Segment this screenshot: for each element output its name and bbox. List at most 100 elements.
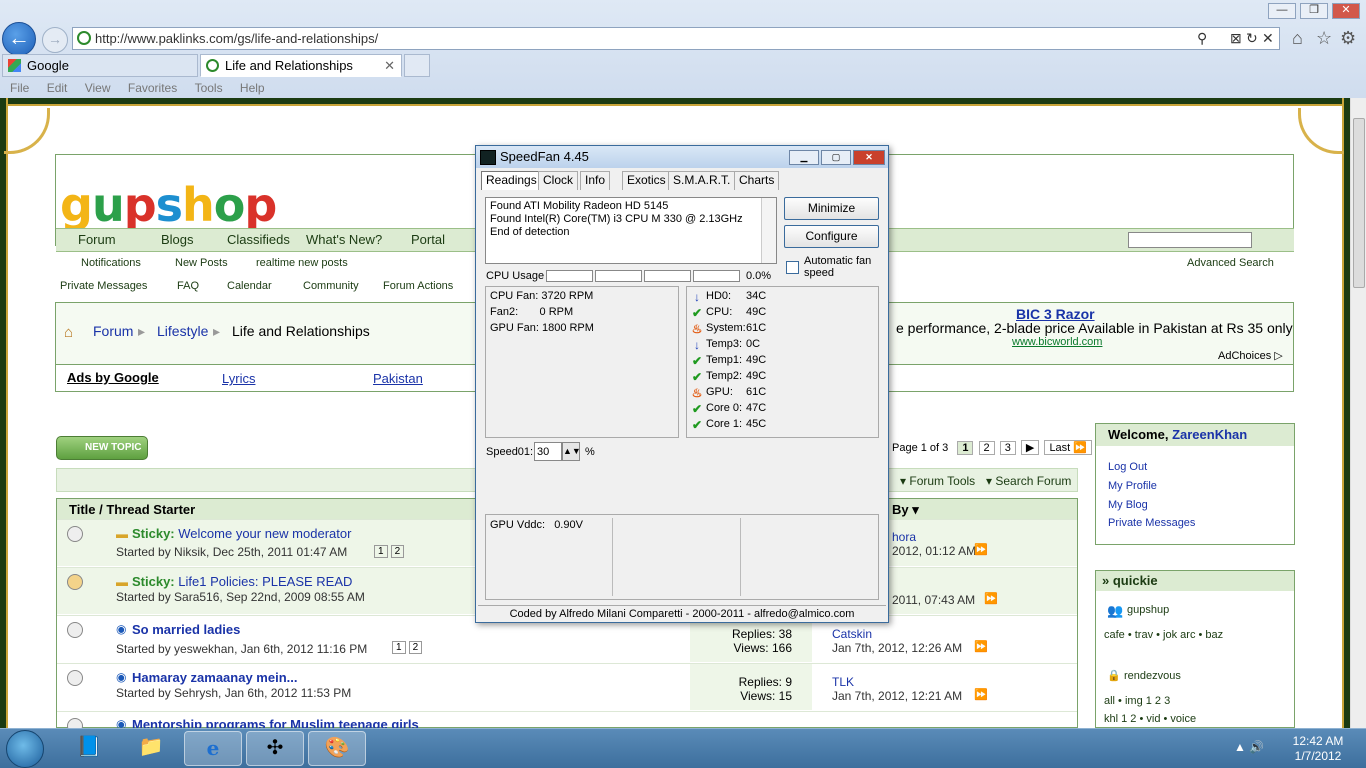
back-button[interactable]: ← bbox=[2, 22, 36, 56]
clock[interactable]: 12:42 AM 1/7/2012 bbox=[1280, 734, 1356, 764]
quickie-links[interactable]: cafe • trav • jok arc • baz bbox=[1104, 629, 1223, 641]
thread-page-link[interactable]: 2 bbox=[390, 545, 405, 558]
window-minimize-button[interactable]: — bbox=[1268, 3, 1296, 19]
tab-exotics[interactable]: Exotics bbox=[622, 171, 671, 190]
address-bar[interactable]: http://www.paklinks.com/gs/life-and-rela… bbox=[72, 27, 1280, 50]
adchoices-link[interactable]: AdChoices ▷ bbox=[1218, 349, 1283, 362]
menu-favorites[interactable]: Favorites bbox=[128, 78, 177, 98]
new-tab-button[interactable] bbox=[404, 54, 430, 77]
speed-input[interactable] bbox=[534, 442, 562, 461]
username-link[interactable]: ZareenKhan bbox=[1172, 427, 1247, 442]
scroll-thumb[interactable] bbox=[1353, 118, 1365, 288]
search-forum-dropdown[interactable]: ▾ Search Forum bbox=[986, 474, 1071, 488]
window-restore-button[interactable]: ❐ bbox=[1300, 3, 1328, 19]
search-icon[interactable]: ⚲ bbox=[1197, 30, 1207, 47]
my-profile-link[interactable]: My Profile bbox=[1108, 480, 1157, 492]
my-blog-link[interactable]: My Blog bbox=[1108, 499, 1148, 511]
thread-title-link[interactable]: Sticky: Welcome your new moderator bbox=[132, 526, 351, 541]
subnav-faq[interactable]: FAQ bbox=[177, 280, 199, 292]
private-messages-link[interactable]: Private Messages bbox=[1108, 517, 1195, 529]
tab-clock[interactable]: Clock bbox=[538, 171, 579, 190]
detection-log[interactable]: Found ATI Mobility Radeon HD 5145 Found … bbox=[485, 197, 777, 264]
menu-file[interactable]: File bbox=[10, 78, 29, 98]
subnav-new-posts[interactable]: New Posts bbox=[175, 257, 228, 269]
forum-tools-dropdown[interactable]: ▾ Forum Tools bbox=[900, 474, 975, 488]
speed-spinner[interactable]: ▲▼ bbox=[562, 442, 581, 461]
tab-life-and-relationships[interactable]: Life and Relationships ✕ bbox=[200, 54, 402, 77]
rendezvous-link[interactable]: rendezvous bbox=[1124, 670, 1181, 682]
thread-title-link[interactable]: Hamaray zamaanay mein... bbox=[132, 670, 297, 685]
tab-google[interactable]: Google bbox=[2, 54, 198, 77]
last-post-user[interactable]: TLK bbox=[832, 675, 854, 689]
nav-portal[interactable]: Portal bbox=[411, 232, 445, 247]
paint-app-icon[interactable]: 🎨 bbox=[308, 731, 366, 766]
auto-fan-checkbox[interactable] bbox=[786, 261, 799, 274]
subnav-forum-actions[interactable]: Forum Actions bbox=[383, 280, 453, 292]
gupshup-link[interactable]: gupshup bbox=[1127, 604, 1169, 616]
compat-view-icon[interactable]: ⊠ bbox=[1230, 30, 1242, 47]
go-last-post-icon[interactable]: ⏩ bbox=[974, 543, 988, 556]
tab-charts[interactable]: Charts bbox=[734, 171, 780, 190]
search-input[interactable] bbox=[1128, 232, 1252, 248]
last-post-user[interactable]: hora bbox=[892, 530, 916, 544]
next-page-icon[interactable]: ▶ bbox=[1020, 440, 1040, 455]
internet-explorer-icon[interactable]: e bbox=[184, 731, 242, 766]
window-close-button[interactable]: ✕ bbox=[1332, 3, 1360, 19]
tab-readings[interactable]: Readings bbox=[481, 171, 542, 190]
go-last-post-icon[interactable]: ⏩ bbox=[974, 640, 988, 653]
tab-smart[interactable]: S.M.A.R.T. bbox=[668, 171, 736, 190]
sf-close-button[interactable]: ✕ bbox=[853, 150, 885, 165]
thread-title-link[interactable]: So married ladies bbox=[132, 622, 240, 637]
menu-view[interactable]: View bbox=[85, 78, 111, 98]
nav-whats-new[interactable]: What's New? bbox=[306, 232, 382, 247]
minimize-button[interactable]: Minimize bbox=[784, 197, 879, 220]
thread-page-link[interactable]: 2 bbox=[408, 641, 423, 654]
tray-icons[interactable]: ▲ 🔊 bbox=[1234, 740, 1264, 754]
gear-icon[interactable]: ⚙ bbox=[1340, 28, 1356, 49]
notebook-app-icon[interactable]: 📘 bbox=[60, 731, 118, 766]
advanced-search-link[interactable]: Advanced Search bbox=[1187, 257, 1274, 269]
subnav-realtime[interactable]: realtime new posts bbox=[256, 257, 348, 269]
breadcrumb-lifestyle[interactable]: Lifestyle bbox=[157, 323, 208, 339]
ad-url[interactable]: www.bicworld.com bbox=[1012, 336, 1102, 348]
go-last-post-icon[interactable]: ⏩ bbox=[984, 592, 998, 605]
menu-edit[interactable]: Edit bbox=[47, 78, 68, 98]
favorites-star-icon[interactable]: ☆ bbox=[1316, 28, 1332, 49]
logout-link[interactable]: Log Out bbox=[1108, 461, 1147, 473]
page-scrollbar[interactable] bbox=[1350, 98, 1366, 728]
refresh-icon[interactable]: ↻ bbox=[1246, 30, 1258, 47]
forward-button[interactable]: → bbox=[42, 27, 68, 53]
page-1[interactable]: 1 bbox=[957, 441, 974, 455]
subnav-notifications[interactable]: Notifications bbox=[81, 257, 141, 269]
page-2[interactable]: 2 bbox=[978, 441, 995, 455]
thread-page-link[interactable]: 1 bbox=[374, 545, 388, 558]
quickie-links[interactable]: khl 1 2 • vid • voice bbox=[1104, 713, 1196, 725]
ads-by-google[interactable]: Ads by Google bbox=[67, 370, 159, 385]
subnav-community[interactable]: Community bbox=[303, 280, 359, 292]
go-last-post-icon[interactable]: ⏩ bbox=[974, 688, 988, 701]
subnav-private-messages[interactable]: Private Messages bbox=[60, 280, 147, 292]
nav-forum[interactable]: Forum bbox=[78, 232, 116, 247]
tab-info[interactable]: Info bbox=[580, 171, 611, 190]
last-page-button[interactable]: Last ⏩ bbox=[1044, 440, 1092, 455]
ads-link-pakistan[interactable]: Pakistan bbox=[373, 371, 423, 386]
configure-button[interactable]: Configure bbox=[784, 225, 879, 248]
new-topic-button[interactable]: NEW TOPIC bbox=[56, 436, 148, 460]
thread-title-link[interactable]: Mentorship programs for Muslim teenage g… bbox=[132, 717, 419, 728]
ads-link-lyrics[interactable]: Lyrics bbox=[222, 371, 255, 386]
quickie-links[interactable]: all • img 1 2 3 bbox=[1104, 695, 1170, 707]
nav-classifieds[interactable]: Classifieds bbox=[227, 232, 290, 247]
page-3[interactable]: 3 bbox=[999, 441, 1016, 455]
home-icon[interactable]: ⌂ bbox=[1292, 28, 1303, 49]
home-icon[interactable]: ⌂ bbox=[64, 324, 73, 341]
speedfan-taskbar-icon[interactable]: ✣ bbox=[246, 731, 304, 766]
thread-title-link[interactable]: Sticky: Life1 Policies: PLEASE READ bbox=[132, 574, 352, 589]
sf-minimize-button[interactable]: ▁ bbox=[789, 150, 819, 165]
column-by[interactable]: By ▾ bbox=[892, 502, 919, 518]
breadcrumb-forum[interactable]: Forum bbox=[93, 323, 133, 339]
sf-restore-button[interactable]: ▢ bbox=[821, 150, 851, 165]
nav-blogs[interactable]: Blogs bbox=[161, 232, 194, 247]
explorer-folder-icon[interactable]: 📁 bbox=[122, 731, 180, 766]
close-tab-icon[interactable]: ✕ bbox=[384, 55, 395, 76]
stop-icon[interactable]: ✕ bbox=[1262, 30, 1274, 47]
